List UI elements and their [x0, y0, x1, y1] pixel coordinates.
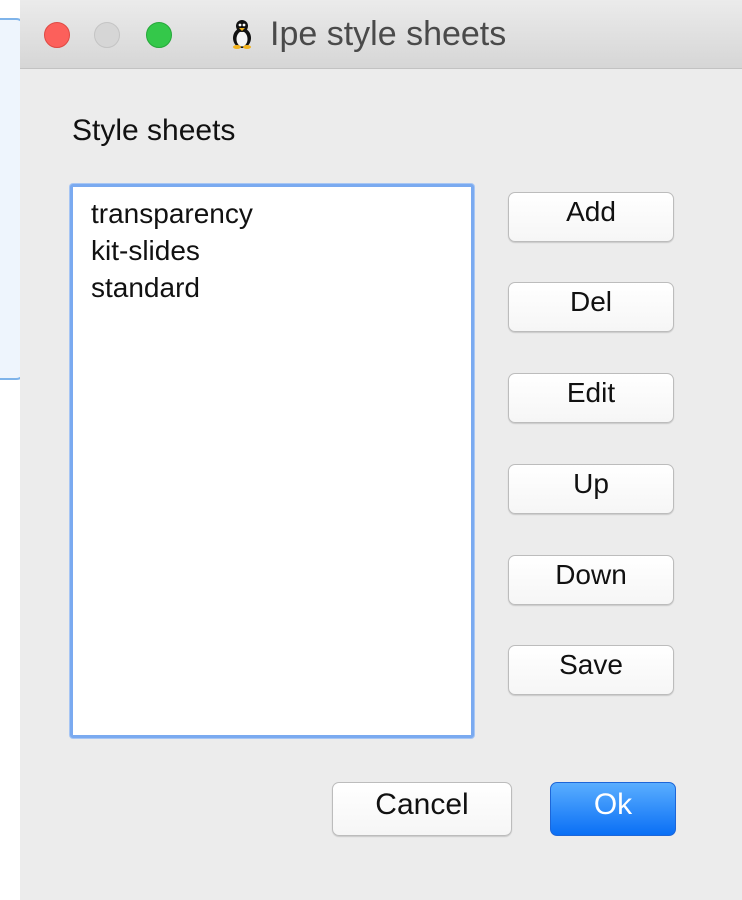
- close-icon[interactable]: [44, 22, 70, 48]
- delete-button[interactable]: Del: [508, 282, 674, 332]
- move-up-button[interactable]: Up: [508, 464, 674, 514]
- zoom-icon[interactable]: [146, 22, 172, 48]
- penguin-icon: [230, 19, 254, 49]
- ok-button[interactable]: Ok: [550, 782, 676, 836]
- edit-button[interactable]: Edit: [508, 373, 674, 423]
- list-item[interactable]: standard: [91, 271, 200, 305]
- save-button[interactable]: Save: [508, 645, 674, 695]
- list-item[interactable]: transparency: [91, 197, 253, 231]
- window-title: Ipe style sheets: [270, 15, 507, 53]
- title-bar: Ipe style sheets: [20, 0, 742, 69]
- list-item[interactable]: kit-slides: [91, 234, 200, 268]
- style-sheets-dialog: Ipe style sheets Style sheets transparen…: [20, 0, 742, 900]
- minimize-icon[interactable]: [94, 22, 120, 48]
- cancel-button[interactable]: Cancel: [332, 782, 512, 836]
- style-sheets-list[interactable]: transparency kit-slides standard: [70, 184, 474, 738]
- move-down-button[interactable]: Down: [508, 555, 674, 605]
- style-sheets-label: Style sheets: [72, 114, 236, 147]
- add-button[interactable]: Add: [508, 192, 674, 242]
